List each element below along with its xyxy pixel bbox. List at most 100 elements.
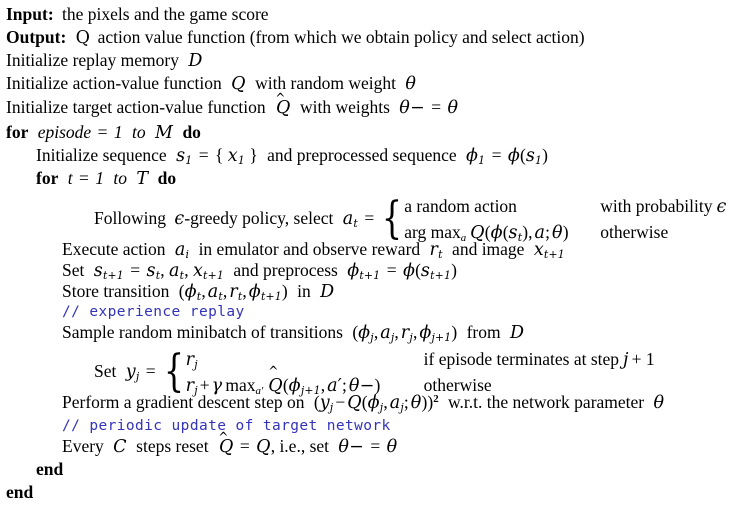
line-reset-target-network: Every C steps reset Q = Q, i.e., set θ− …	[0, 436, 398, 457]
algorithm-pseudocode-block: Input: the pixels and the game score Out…	[0, 0, 741, 505]
line-epsilon-greedy-policy: Following ϵ-greedy policy, select at = {…	[0, 193, 727, 245]
init-sequence-text: Initialize sequence	[36, 145, 167, 165]
store-text: Store transition	[62, 281, 170, 301]
a-t-symbol: at	[169, 261, 185, 283]
line-store-transition: Store transition (ϕt, at, rt, ϕt+1) in D	[62, 281, 335, 304]
init-target-mid-text: with weights	[299, 97, 390, 117]
episode-limit-M: M	[154, 123, 174, 143]
theta-minus-symbol-2: θ−	[338, 437, 364, 457]
q-symbol: Q	[231, 74, 246, 94]
policy-mid-text: -greedy policy, select	[184, 207, 334, 228]
store-r-t: rt	[229, 282, 243, 304]
store-phi-t: ϕt	[184, 282, 202, 304]
line-sample-minibatch: Sample random minibatch of transitions (…	[62, 322, 525, 345]
theta-symbol-3: θ	[386, 437, 398, 457]
set-state-mid-text: and preprocess	[233, 260, 338, 280]
theta-minus-symbol: θ−	[399, 98, 425, 118]
t-limit-T: T	[136, 169, 149, 189]
perform-phi-j: ϕj	[367, 393, 384, 415]
store-mid-text: in	[297, 281, 311, 301]
replay-memory-symbol-2: D	[320, 282, 335, 302]
equals-sign: =	[145, 360, 156, 381]
q-hat-symbol-2: Q	[213, 438, 234, 457]
line-for-episode: for episode = 1 to M do	[0, 122, 201, 143]
t-variable: t	[67, 168, 73, 188]
for-keyword: for	[6, 122, 29, 142]
policy-lead-text: Following	[94, 207, 166, 228]
init-target-text: Initialize target action-value function	[6, 97, 266, 117]
sample-text: Sample random minibatch of transitions	[62, 322, 343, 342]
set-open-brace: {	[215, 145, 224, 165]
perform-q: Q	[347, 393, 362, 413]
init-q-mid-text: with random weight	[255, 73, 397, 93]
init-replay-text: Initialize replay memory	[6, 50, 179, 70]
x1-symbol: x1	[227, 146, 245, 168]
equals-sign: =	[364, 207, 375, 228]
policy-cases-block: { a random action with probability ϵ arg …	[378, 193, 726, 245]
network-parameter-theta: θ	[653, 393, 665, 413]
perform-a-j: aj	[389, 393, 404, 415]
equals-sign: =	[239, 436, 250, 456]
sample-r-j: rj	[400, 323, 413, 345]
sample-mid-text: from	[466, 322, 501, 342]
target-case-terminal: rj if episode terminates at step j + 1	[186, 346, 655, 372]
line-execute-action: Execute action ai in emulator and observ…	[0, 239, 565, 260]
s-next-symbol: st+1	[93, 261, 124, 283]
equals-sign-2: =	[386, 260, 397, 280]
phi-next-symbol: ϕt+1	[347, 261, 381, 283]
target-case1-condition: if episode terminates at step j + 1	[423, 349, 655, 370]
phi1-symbol: ϕ1	[466, 146, 486, 168]
episode-from: 1	[113, 122, 123, 142]
action-at-symbol: at	[342, 208, 358, 230]
equals-sign-2: =	[370, 436, 381, 456]
reset-interval-C: C	[113, 437, 127, 457]
comment-periodic-update: // periodic update of target network	[62, 418, 391, 434]
comment-experience-replay: // experience replay	[62, 304, 245, 320]
input-label: Input:	[6, 4, 54, 24]
line-init-sequence: Initialize sequence s1 = { x1 } and prep…	[36, 145, 548, 168]
minus-sign: −	[335, 392, 346, 412]
left-brace: {	[382, 192, 403, 244]
s-next-arg: st+1	[420, 261, 452, 283]
sample-a-j: aj	[380, 323, 395, 345]
for-keyword-inner: for	[36, 168, 59, 188]
sample-phi-j: ϕj	[358, 323, 374, 345]
to-keyword: to	[131, 122, 146, 142]
q-hat-symbol: Q	[270, 99, 291, 118]
theta-symbol-2: θ	[447, 98, 459, 118]
equals-sign: =	[97, 122, 108, 142]
phi-function-2: ϕ	[402, 261, 416, 281]
left-brace-2: {	[163, 345, 184, 397]
line-input: Input: the pixels and the game score	[0, 4, 269, 24]
line-init-target-network: Initialize target action-value function …	[0, 97, 459, 118]
equals-sign: =	[78, 168, 89, 188]
equals-sign: =	[130, 260, 141, 280]
set-close-brace: }	[249, 145, 258, 165]
execute-text: Execute action	[62, 239, 166, 259]
line-init-replay-memory: Initialize replay memory D	[0, 50, 203, 71]
output-label: Output:	[6, 27, 67, 47]
theta-symbol: θ	[405, 74, 417, 94]
episode-variable: episode	[37, 122, 92, 142]
q-symbol-2: Q	[256, 437, 271, 457]
line-gradient-descent: Perform a gradient descent step on (yj − Q…	[62, 392, 665, 415]
set-y-text: Set	[94, 360, 117, 381]
equals-sign-2: =	[491, 145, 502, 165]
perform-y-j: yj	[319, 393, 334, 415]
output-text: action value function (from which we obt…	[97, 27, 585, 47]
t-from: 1	[95, 168, 104, 188]
replay-memory-symbol-3: D	[510, 323, 525, 343]
equals-sign: =	[198, 145, 209, 165]
phi-function: ϕ	[507, 146, 521, 166]
line-output: Output: Q action value function (from wh…	[0, 27, 585, 48]
y-j-symbol: yj	[125, 361, 140, 383]
target-cases-block: { rj if episode terminates at step j + 1 r…	[160, 346, 655, 398]
init-q-text: Initialize action-value function	[6, 73, 222, 93]
policy-case1-expression: a random action	[404, 196, 517, 216]
target-case1-expression: rj	[185, 350, 198, 372]
squared-exponent: 2	[433, 393, 439, 406]
perform-text: Perform a gradient descent step on	[62, 392, 305, 412]
perform-theta: θ	[410, 393, 422, 413]
every-mid-text: steps reset	[136, 436, 209, 456]
policy-case2-condition: otherwise	[600, 222, 669, 242]
